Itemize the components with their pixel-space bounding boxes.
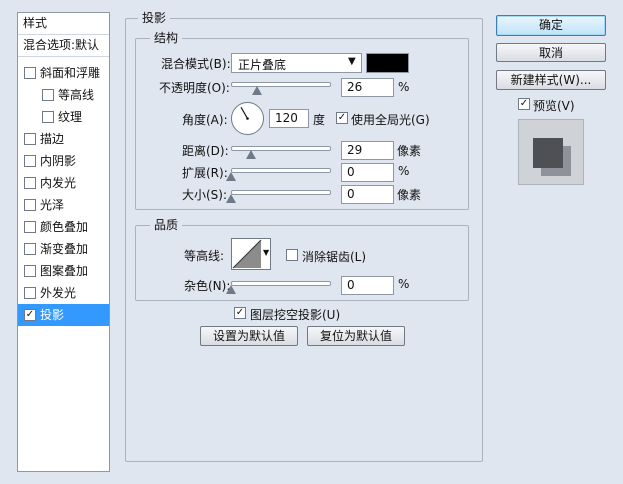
style-item-label: 渐变叠加 [40,242,89,256]
cancel-button[interactable]: 取消 [496,43,606,62]
size-slider-track[interactable] [231,190,331,195]
style-list-item[interactable]: 纹理 [18,106,109,128]
style-list-item[interactable]: ✓ 投影 [18,304,109,326]
style-list-item[interactable]: 内发光 [18,172,109,194]
style-list-item[interactable]: 等高线 [18,84,109,106]
style-item-label: 斜面和浮雕 [40,66,101,80]
opacity-unit: % [398,80,410,94]
anti-alias-label: 消除锯齿(L) [302,250,367,264]
contour-label: 等高线: [184,249,225,263]
style-list-item[interactable]: 颜色叠加 [18,216,109,238]
spread-slider-thumb[interactable] [226,172,236,181]
noise-unit: % [398,277,410,291]
style-item-checkbox[interactable] [24,155,36,167]
distance-label: 距离(D): [182,144,229,158]
style-preview-thumbnail [518,119,584,185]
style-item-label: 投影 [40,308,65,322]
shadow-color-swatch[interactable] [366,53,409,73]
noise-input[interactable]: 0 [341,276,394,295]
make-default-button[interactable]: 设置为默认值 [200,326,298,346]
chevron-down-icon: ▼ [348,56,356,67]
style-item-checkbox[interactable] [24,287,36,299]
style-list-item[interactable]: 外发光 [18,282,109,304]
opacity-slider-track[interactable] [231,82,331,87]
style-item-checkbox[interactable] [24,221,36,233]
style-item-label: 颜色叠加 [40,220,89,234]
global-light-checkbox[interactable]: ✓ [336,112,348,124]
style-item-checkbox[interactable] [24,265,36,277]
style-list-item[interactable]: 图案叠加 [18,260,109,282]
knockout-checkbox[interactable]: ✓ [234,307,246,319]
style-item-checkbox[interactable]: ✓ [24,309,36,321]
contour-preview-icon [232,239,262,269]
style-item-checkbox[interactable] [24,67,36,79]
style-item-label: 等高线 [58,88,95,102]
distance-input[interactable]: 29 [341,141,394,160]
style-item-label: 外发光 [40,286,77,300]
quality-legend: 品质 [150,216,183,233]
spread-unit: % [398,164,410,178]
ok-button[interactable]: 确定 [496,15,606,36]
drop-shadow-title: 投影 [138,9,171,26]
preview-square [533,138,563,168]
spread-slider-track[interactable] [231,168,331,173]
opacity-label: 不透明度(O): [159,81,230,95]
spread-input[interactable]: 0 [341,163,394,182]
style-item-label: 内发光 [40,176,77,190]
opacity-slider-thumb[interactable] [252,86,262,95]
style-item-checkbox[interactable] [24,177,36,189]
style-list-item[interactable]: 内阴影 [18,150,109,172]
reset-default-button[interactable]: 复位为默认值 [307,326,405,346]
styles-list: 样式 混合选项:默认 斜面和浮雕等高线纹理描边内阴影内发光光泽颜色叠加渐变叠加图… [17,12,110,472]
opacity-input[interactable]: 26 [341,78,394,97]
angle-input[interactable]: 120 [269,109,309,128]
angle-dial[interactable] [230,101,265,136]
style-list-item[interactable]: 渐变叠加 [18,238,109,260]
preview-checkbox[interactable]: ✓ [518,98,530,110]
angle-label: 角度(A): [182,113,228,127]
styles-header: 样式 [18,13,109,35]
noise-slider-thumb[interactable] [226,285,236,294]
style-list-item[interactable]: 斜面和浮雕 [18,62,109,84]
style-item-label: 图案叠加 [40,264,89,278]
new-style-button[interactable]: 新建样式(W)... [496,70,606,90]
size-label: 大小(S): [182,188,228,202]
style-item-checkbox[interactable] [24,133,36,145]
style-item-checkbox[interactable] [24,199,36,211]
size-input[interactable]: 0 [341,185,394,204]
distance-unit: 像素 [397,144,422,158]
style-item-checkbox[interactable] [42,89,54,101]
size-slider-thumb[interactable] [226,194,236,203]
style-item-label: 光泽 [40,198,65,212]
style-item-checkbox[interactable] [42,111,54,123]
angle-unit: 度 [313,113,326,127]
knockout-label: 图层挖空投影(U) [250,308,341,322]
style-item-checkbox[interactable] [24,243,36,255]
style-item-label: 内阴影 [40,154,77,168]
structure-legend: 结构 [150,29,183,46]
blend-mode-value: 正片叠底 [238,58,287,72]
contour-picker[interactable]: ▼ [231,238,271,270]
noise-label: 杂色(N): [184,279,231,293]
noise-slider-track[interactable] [231,281,331,286]
preview-label: 预览(V) [533,99,575,113]
style-list-item[interactable]: 描边 [18,128,109,150]
anti-alias-checkbox[interactable] [286,249,298,261]
style-item-label: 描边 [40,132,65,146]
size-unit: 像素 [397,188,422,202]
blend-options-item[interactable]: 混合选项:默认 [18,35,109,57]
contour-chevron-down-icon: ▼ [263,248,270,257]
distance-slider-thumb[interactable] [246,150,256,159]
global-light-label: 使用全局光(G) [351,113,430,127]
style-item-label: 纹理 [58,110,83,124]
style-list-item[interactable]: 光泽 [18,194,109,216]
blend-mode-select[interactable]: 正片叠底 ▼ [231,53,362,73]
blend-mode-label: 混合模式(B): [161,57,231,71]
spread-label: 扩展(R): [182,166,228,180]
